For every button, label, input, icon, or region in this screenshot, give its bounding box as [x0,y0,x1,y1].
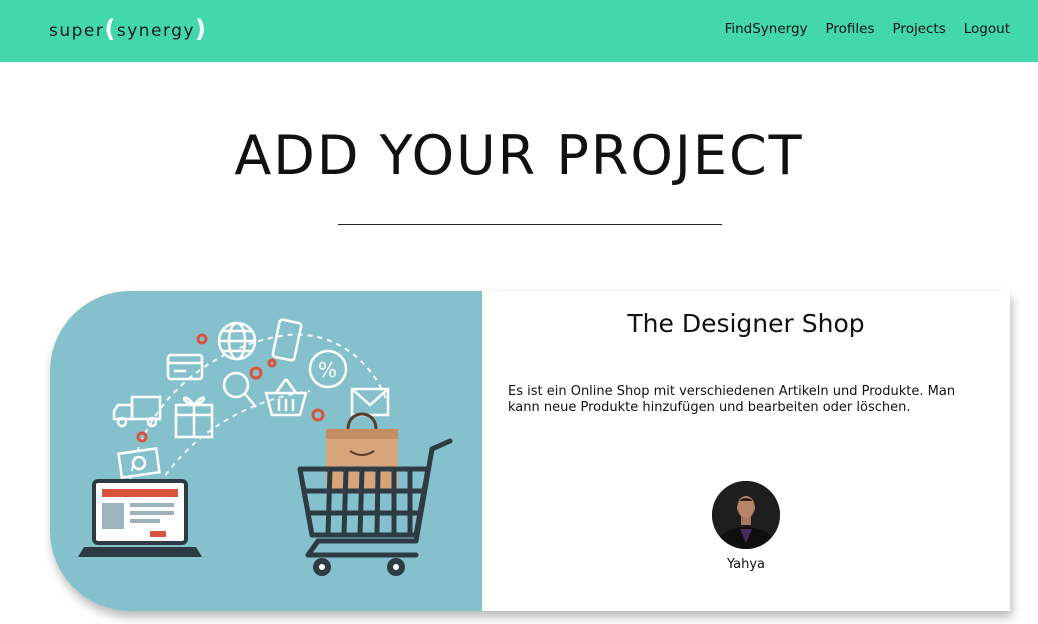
project-image: % [50,291,482,611]
navbar: super(synergy) FindSynergy Profiles Proj… [0,0,1038,62]
nav-link-projects[interactable]: Projects [893,21,946,37]
user-avatar-icon [712,481,780,549]
brand-paren-open: ( [104,15,117,43]
owner-avatar[interactable] [712,481,780,549]
ecommerce-illustration-icon: % [78,318,453,576]
brand-logo[interactable]: super(synergy) [49,14,208,43]
title-divider [338,224,722,225]
brand-name-prefix: super [49,21,105,41]
project-title: The Designer Shop [627,309,865,338]
owner-name: Yahya [726,557,766,572]
project-description: Es ist ein Online Shop mit verschiedenen… [508,384,956,415]
svg-text:%: % [318,358,337,382]
nav-link-profiles[interactable]: Profiles [826,21,875,37]
project-card[interactable]: % The Designer Shop Es ist ein Online Sh… [50,291,1010,611]
page-title: ADD YOUR PROJECT [234,124,804,187]
nav-link-findsynergy[interactable]: FindSynergy [725,21,808,37]
project-card-body: The Designer Shop Es ist ein Online Shop… [482,291,1010,611]
nav-link-logout[interactable]: Logout [964,21,1010,37]
main-nav: FindSynergy Profiles Projects Logout [725,21,1010,37]
brand-paren-close: ) [195,15,208,43]
brand-name-suffix: synergy [116,21,196,41]
